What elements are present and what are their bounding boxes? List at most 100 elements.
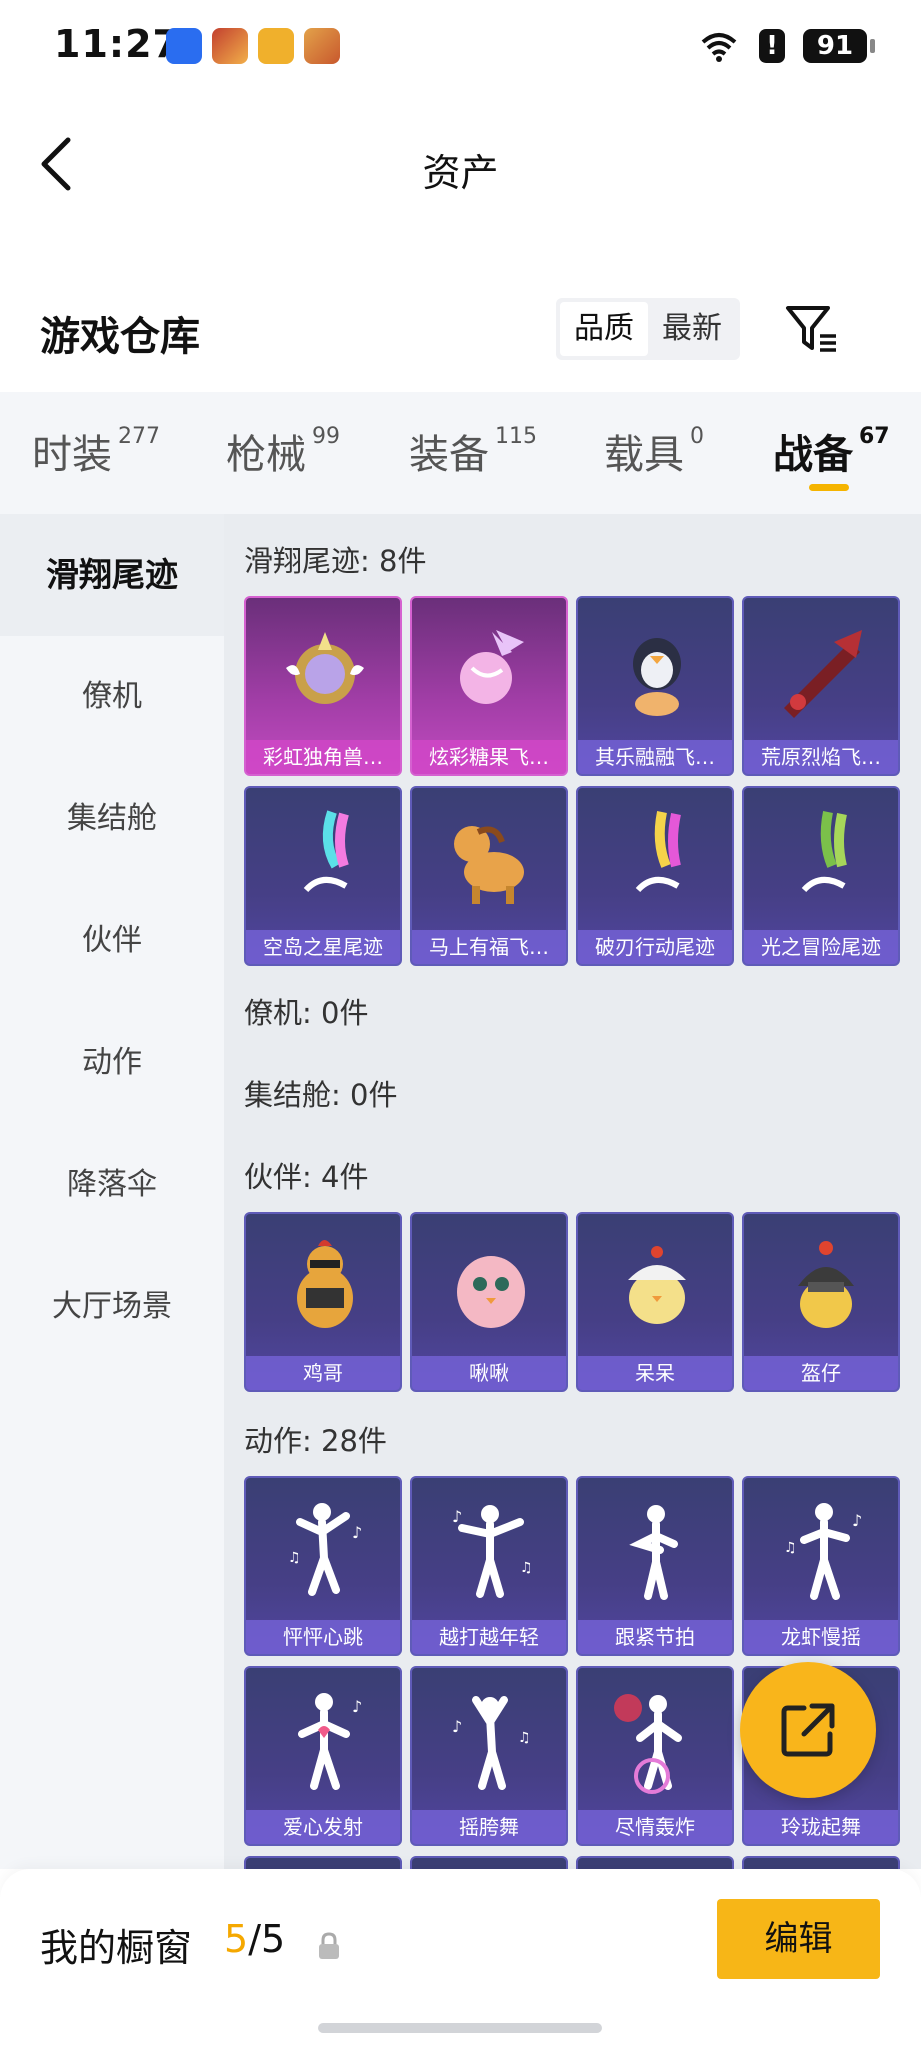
item-card[interactable]: 荒原烈焰飞…	[742, 596, 900, 776]
rooster-partner-icon	[297, 1240, 353, 1328]
showcase-count: 5/5	[224, 1917, 285, 1961]
tab-vehicles[interactable]: 载具 0	[604, 422, 704, 480]
sort-latest-button[interactable]: 最新	[648, 302, 736, 356]
item-card[interactable]: 彩虹独角兽…	[244, 596, 402, 776]
item-name: 炫彩糖果飞…	[412, 740, 566, 774]
tab-count: 67	[859, 424, 890, 449]
sidebar-item-glide-trail[interactable]: 滑翔尾迹	[0, 514, 224, 636]
svg-text:♫: ♫	[784, 1540, 797, 1556]
active-tab-indicator	[809, 484, 849, 491]
item-card[interactable]: 马上有福飞…	[410, 786, 568, 966]
game-app-icon	[212, 28, 248, 64]
item-card[interactable]: 炫彩糖果飞…	[410, 596, 568, 776]
pink-bird-partner-icon	[457, 1256, 525, 1328]
showcase-label: 我的橱窗	[40, 1926, 193, 1970]
tab-fashion[interactable]: 时装 277	[32, 422, 160, 480]
svg-text:♪: ♪	[352, 1697, 362, 1716]
warehouse-title: 游戏仓库	[40, 314, 200, 360]
item-card[interactable]: 破刃行动尾迹	[576, 786, 734, 966]
page-title: 资产	[422, 151, 499, 195]
sidebar-item-parachute[interactable]: 降落伞	[0, 1124, 224, 1246]
sort-toggle: 品质 最新	[556, 298, 740, 360]
candy-glider-icon	[460, 630, 524, 704]
tab-label: 枪械	[226, 432, 306, 478]
lock-icon	[319, 1932, 339, 1959]
share-icon	[781, 1703, 835, 1757]
sidebar: 滑翔尾迹 僚机 集结舱 伙伴 动作 降落伞 大厅场景	[0, 514, 224, 1869]
item-card[interactable]	[742, 1856, 900, 1869]
edit-button[interactable]: 编辑	[717, 1899, 880, 1979]
item-name: 龙虾慢摇	[744, 1620, 898, 1654]
item-name: 彩虹独角兽…	[246, 740, 400, 774]
svg-text:♫: ♫	[520, 1560, 533, 1576]
item-name: 破刃行动尾迹	[578, 930, 732, 964]
tab-combat-gear[interactable]: 战备 67	[773, 422, 890, 480]
sidebar-item-partner[interactable]: 伙伴	[0, 880, 224, 1002]
category-tabs: 时装 277 枪械 99 装备 115 载具 0 战备 67	[0, 392, 921, 514]
tab-weapons[interactable]: 枪械 99	[226, 422, 340, 480]
item-card[interactable]: 啾啾	[410, 1212, 568, 1392]
dancer-pose-icon	[629, 1505, 678, 1600]
item-card[interactable]: 其乐融融飞…	[576, 596, 734, 776]
item-name: 摇胯舞	[412, 1810, 566, 1844]
sidebar-item-assembly-pod[interactable]: 集结舱	[0, 758, 224, 880]
item-card[interactable]: ♪ ♫ 越打越年轻	[410, 1476, 568, 1656]
tab-equipment[interactable]: 装备 115	[409, 422, 537, 480]
alert-icon: !	[759, 29, 785, 63]
sort-quality-button[interactable]: 品质	[560, 302, 648, 356]
item-card[interactable]: 光之冒险尾迹	[742, 786, 900, 966]
dancer-pose-icon: ♪♫	[452, 1696, 531, 1790]
item-name: 荒原烈焰飞…	[744, 740, 898, 774]
status-time: 11:27	[54, 22, 180, 66]
tab-count: 0	[690, 424, 704, 449]
tab-label: 载具	[604, 432, 684, 478]
peace-elite-app-icon	[304, 28, 340, 64]
unicorn-glider-icon	[286, 632, 364, 704]
svg-text:♪: ♪	[352, 1523, 362, 1542]
item-card[interactable]	[244, 1856, 402, 1869]
item-card[interactable]: 盔仔	[742, 1212, 900, 1392]
dancer-pose-icon: ♪♫	[784, 1503, 862, 1600]
item-card[interactable]: 空岛之星尾迹	[244, 786, 402, 966]
item-card[interactable]: 呆呆	[576, 1212, 734, 1392]
tab-label: 战备	[773, 432, 853, 478]
item-card[interactable]: 尽情轰炸	[576, 1666, 734, 1846]
tab-count: 277	[118, 424, 160, 449]
group-label-wingman: 僚机: 0件	[244, 996, 369, 1030]
dancer-pose-icon: ♪♫	[288, 1503, 362, 1596]
filter-icon[interactable]	[784, 302, 840, 356]
sidebar-item-wingman[interactable]: 僚机	[0, 636, 224, 758]
chick-partner-icon	[628, 1246, 686, 1324]
dancer-pose-icon: ♪♫	[452, 1505, 533, 1598]
sidebar-item-emote[interactable]: 动作	[0, 1002, 224, 1124]
item-card[interactable]: ♪ ♫ 怦怦心跳	[244, 1476, 402, 1656]
item-name: 呆呆	[578, 1356, 732, 1390]
item-card[interactable]: ♪ ♫ 摇胯舞	[410, 1666, 568, 1846]
item-card[interactable]: 跟紧节拍	[576, 1476, 734, 1656]
battery-icon: 91	[803, 29, 875, 63]
share-button[interactable]	[740, 1662, 876, 1798]
item-card[interactable]: ♪ ♫ 龙虾慢摇	[742, 1476, 900, 1656]
heart-pose-icon: ♪	[298, 1693, 362, 1790]
svg-text:♪: ♪	[852, 1511, 862, 1530]
item-name: 盔仔	[744, 1356, 898, 1390]
item-name: 马上有福飞…	[412, 930, 566, 964]
sidebar-item-lobby-scene[interactable]: 大厅场景	[0, 1246, 224, 1368]
home-indicator	[318, 2023, 602, 2033]
flame-glider-icon	[784, 630, 862, 718]
warehouse-header: 游戏仓库 品质 最新	[0, 290, 921, 370]
svg-text:♪: ♪	[452, 1507, 462, 1526]
item-card[interactable]	[576, 1856, 734, 1869]
item-card[interactable]	[410, 1856, 568, 1869]
penguin-glider-icon	[633, 638, 681, 716]
svg-text:♫: ♫	[518, 1730, 531, 1746]
tab-count: 99	[312, 424, 340, 449]
bulb-app-icon	[166, 28, 202, 64]
group-label-glide: 滑翔尾迹: 8件	[244, 544, 427, 578]
item-name: 怦怦心跳	[246, 1620, 400, 1654]
item-card[interactable]: 鸡哥	[244, 1212, 402, 1392]
showcase-current: 5	[224, 1917, 249, 1961]
item-name: 越打越年轻	[412, 1620, 566, 1654]
showcase-total: /5	[248, 1917, 286, 1961]
item-card[interactable]: ♪ 爱心发射	[244, 1666, 402, 1846]
